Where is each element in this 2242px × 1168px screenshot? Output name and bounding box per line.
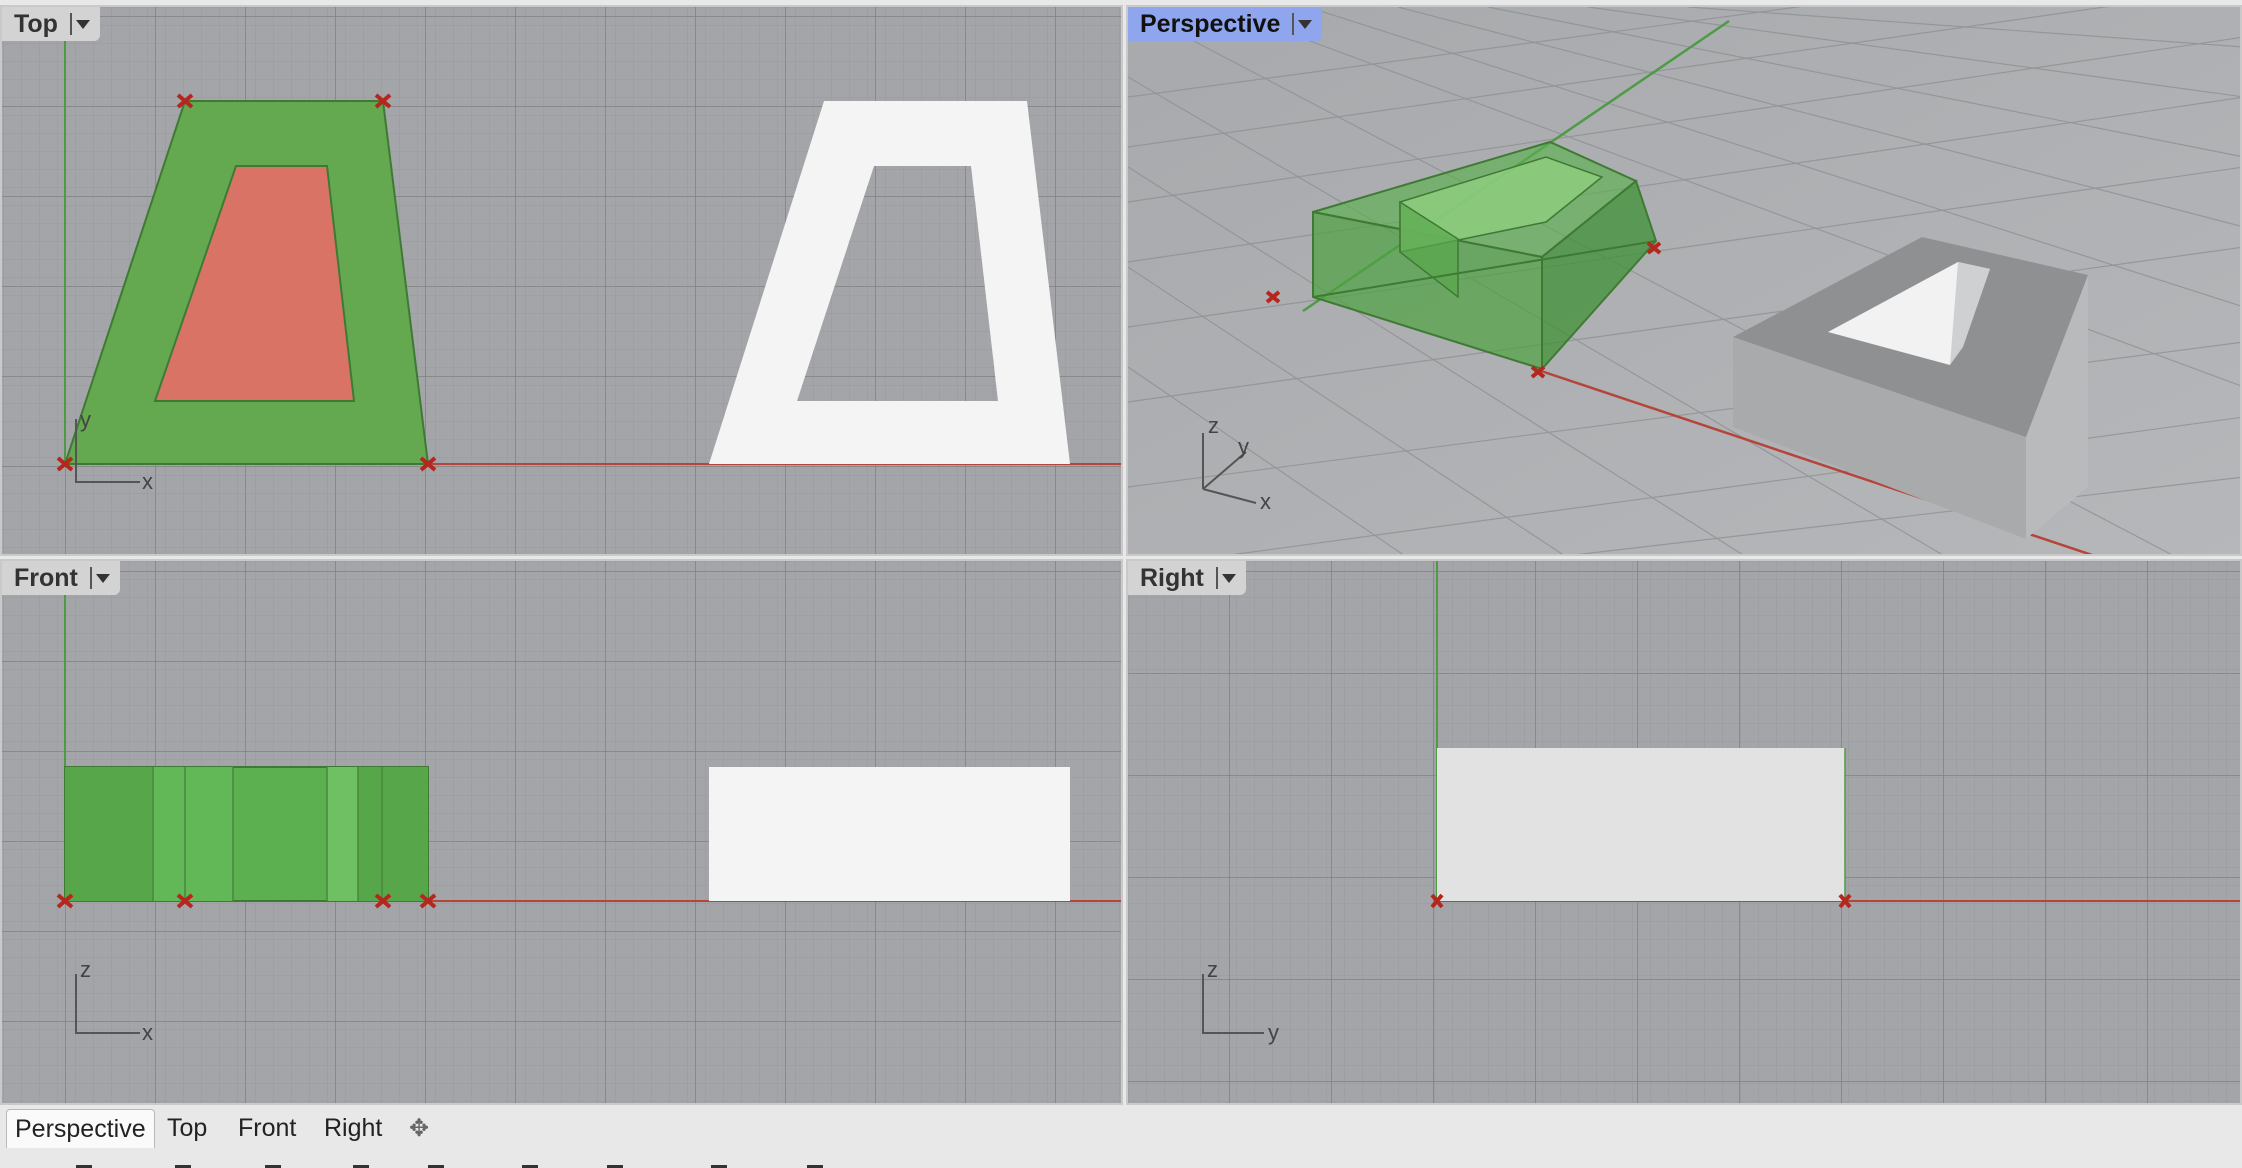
axis-label-y: y: [80, 407, 91, 432]
viewport-right[interactable]: Right y z: [1126, 559, 2242, 1105]
tab-top[interactable]: Top: [167, 1109, 207, 1147]
axis-label-y: y: [1268, 1020, 1279, 1045]
axis-label-z: z: [80, 957, 91, 982]
viewport-tab-bar: Perspective Top Front Right ✥: [0, 1105, 2242, 1168]
selected-box-front[interactable]: [64, 766, 429, 902]
axis-label-z: z: [1208, 413, 1219, 438]
axis-label-x: x: [142, 469, 153, 494]
chevron-down-icon[interactable]: [75, 19, 90, 29]
plus-icon[interactable]: ✥: [409, 1109, 429, 1147]
viewport-perspective[interactable]: Perspective z y x: [1126, 5, 2242, 556]
viewport-title: Front: [14, 563, 78, 592]
viewport-top[interactable]: Top x y: [0, 5, 1123, 556]
axis-label-x: x: [1260, 489, 1271, 514]
viewport-title: Top: [14, 9, 58, 38]
viewport-title: Perspective: [1140, 9, 1281, 38]
toolbar-edge: [76, 1165, 823, 1168]
white-solid-right[interactable]: [1437, 748, 1845, 901]
tab-right[interactable]: Right: [324, 1109, 382, 1147]
tab-perspective[interactable]: Perspective: [6, 1109, 155, 1148]
chevron-down-icon[interactable]: [95, 573, 110, 583]
axis-label-z: z: [1207, 957, 1218, 982]
viewport-label-right[interactable]: Right: [1128, 561, 1246, 595]
chevron-down-icon[interactable]: [1298, 19, 1313, 29]
viewport-label-perspective[interactable]: Perspective: [1128, 7, 1323, 41]
viewport-label-front[interactable]: Front: [2, 561, 120, 595]
chevron-down-icon[interactable]: [1221, 573, 1236, 583]
white-solid-front[interactable]: [709, 767, 1070, 901]
axis-label-x: x: [142, 1020, 153, 1045]
viewport-title: Right: [1140, 563, 1204, 592]
tab-front[interactable]: Front: [238, 1109, 296, 1147]
viewport-front[interactable]: Front x z: [0, 559, 1123, 1105]
viewport-label-top[interactable]: Top: [2, 7, 100, 41]
axis-label-y: y: [1238, 434, 1249, 459]
